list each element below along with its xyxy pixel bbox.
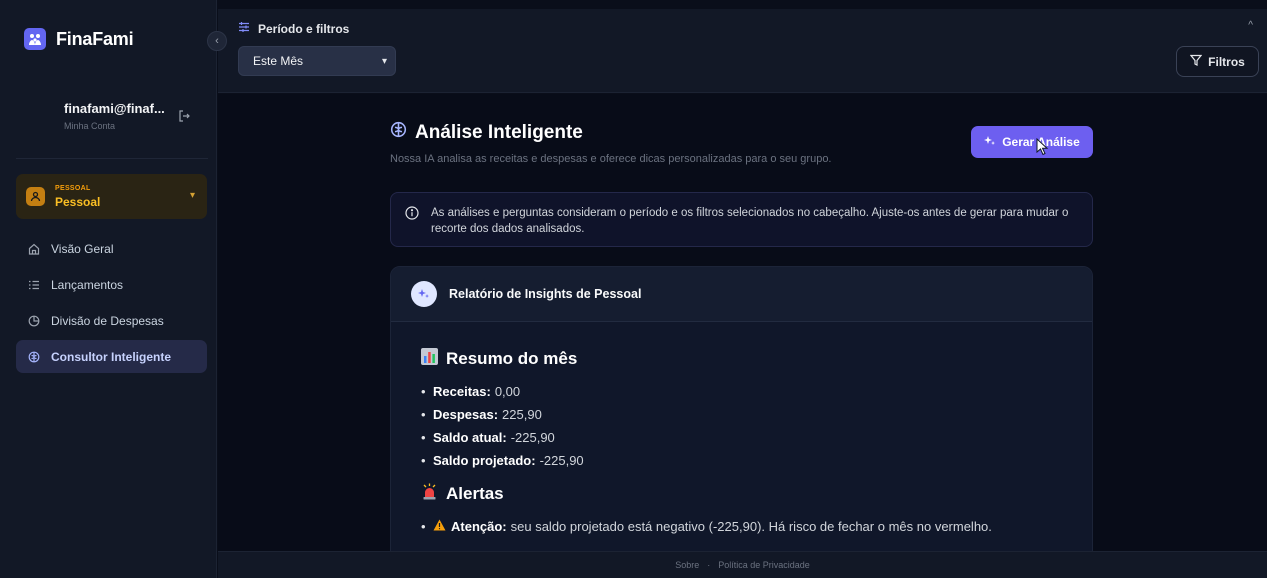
list-item: • Receitas: 0,00 (421, 384, 521, 399)
footer-privacy-link[interactable]: Política de Privacidade (718, 560, 810, 570)
filters-button[interactable]: Filtros (1176, 46, 1259, 77)
summary-value: 0,00 (494, 384, 521, 399)
summary-label: Receitas: (433, 384, 491, 399)
sidebar-item-consultor-inteligente[interactable]: Consultor Inteligente (16, 340, 207, 373)
summary-list: • Receitas: 0,00 • Despesas: 225,90 • Saldo a… (421, 384, 1092, 468)
page-subtitle: Nossa IA analisa as receitas e despesas … (390, 153, 832, 165)
list-item: • Atenção: seu saldo projetado está nega… (421, 519, 992, 534)
main-content: Análise Inteligente Nossa IA analisa as … (218, 94, 1267, 551)
sliders-icon (238, 21, 250, 36)
summary-title: Resumo do mês (421, 348, 1092, 370)
chevron-down-icon: ▾ (381, 56, 387, 67)
home-icon (27, 242, 41, 256)
alerts-title-text: Alertas (446, 484, 504, 503)
sparkles-icon (411, 281, 437, 307)
sidebar-item-lancamentos[interactable]: Lançamentos (16, 268, 207, 301)
sidebar-item-label: Visão Geral (51, 241, 114, 256)
info-notice: As análises e perguntas consideram o per… (390, 192, 1093, 247)
collapse-sidebar-button[interactable]: ‹ (207, 31, 227, 51)
sidebar-item-label: Lançamentos (51, 277, 124, 292)
filters-bar: Período e filtros Este Mês ▾ ^ Filtros (218, 9, 1267, 93)
brain-icon (27, 350, 41, 364)
user-icon (26, 187, 45, 206)
page-title: Análise Inteligente (390, 121, 832, 144)
brain-icon (390, 121, 407, 144)
summary-label: Saldo projetado: (433, 453, 536, 468)
chevron-left-icon: ‹ (215, 35, 219, 47)
report-body: Resumo do mês • Receitas: 0,00 • Despesas: 2… (391, 322, 1092, 534)
group-name: Pessoal (55, 194, 101, 209)
footer: Sobre · Política de Privacidade (218, 551, 1267, 578)
info-icon (405, 206, 419, 225)
account-email: finafami@finaf... (64, 101, 165, 116)
siren-icon (421, 483, 438, 505)
page-header: Análise Inteligente Nossa IA analisa as … (390, 121, 832, 166)
list-item: • Saldo projetado: -225,90 (421, 453, 584, 468)
sidebar-item-visao-geral[interactable]: Visão Geral (16, 232, 207, 265)
account-info[interactable]: finafami@finaf... Minha Conta (64, 101, 214, 131)
list-icon (27, 278, 41, 292)
warning-icon (433, 519, 446, 534)
page-title-text: Análise Inteligente (415, 121, 583, 143)
alert-text: seu saldo projetado está negativo (-225,… (510, 519, 992, 534)
sidebar-item-divisao-despesas[interactable]: Divisão de Despesas (16, 304, 207, 337)
list-item: • Saldo atual: -225,90 (421, 430, 555, 445)
summary-title-text: Resumo do mês (446, 349, 578, 368)
footer-about-link[interactable]: Sobre (675, 560, 699, 570)
account-label: Minha Conta (64, 121, 116, 131)
group-kind: PESSOAL (55, 184, 91, 192)
report-title: Relatório de Insights de Pessoal (449, 287, 642, 301)
sidebar-nav: Visão Geral Lançamentos Divisão de Despe… (16, 232, 207, 376)
group-selector[interactable]: PESSOAL Pessoal ▾ (16, 174, 207, 219)
filter-icon (1189, 54, 1203, 69)
chevron-down-icon: ▾ (189, 190, 195, 201)
summary-value: -225,90 (539, 453, 584, 468)
filters-title[interactable]: Período e filtros (238, 21, 349, 36)
list-item: • Despesas: 225,90 (421, 407, 542, 422)
summary-value: -225,90 (510, 430, 555, 445)
brand-name: FinaFami (56, 28, 134, 49)
summary-value: 225,90 (502, 407, 542, 422)
filters-title-label: Período e filtros (258, 21, 350, 36)
logout-icon[interactable] (178, 109, 190, 127)
sidebar-divider (16, 158, 208, 159)
report-header: Relatório de Insights de Pessoal (391, 267, 1092, 322)
insights-report: Relatório de Insights de Pessoal Resumo … (390, 266, 1093, 551)
alerts-list: • Atenção: seu saldo projetado está nega… (421, 519, 1092, 534)
footer-separator: · (707, 560, 711, 570)
sidebar: FinaFami finafami@finaf... Minha Conta P… (0, 0, 217, 578)
bar-chart-icon (421, 348, 438, 370)
summary-label: Despesas: (433, 407, 499, 422)
brand[interactable]: FinaFami (24, 28, 134, 50)
period-select[interactable]: Este Mês ▾ (238, 46, 396, 76)
filters-button-label: Filtros (1208, 54, 1245, 69)
mouse-cursor-icon (1036, 137, 1050, 161)
summary-label: Saldo atual: (433, 430, 507, 445)
family-logo-icon (24, 28, 46, 50)
pie-chart-icon (27, 314, 41, 328)
info-text: As análises e perguntas consideram o per… (431, 207, 1069, 235)
period-value: Este Mês (253, 54, 304, 68)
chevron-up-icon[interactable]: ^ (1248, 20, 1253, 31)
sparkles-icon (984, 135, 996, 150)
generate-analysis-button[interactable]: Gerar Análise (971, 126, 1093, 158)
sidebar-item-label: Divisão de Despesas (51, 313, 164, 328)
sidebar-item-label: Consultor Inteligente (51, 349, 171, 364)
alert-label: Atenção: (451, 519, 507, 534)
alerts-title: Alertas (421, 483, 1092, 505)
